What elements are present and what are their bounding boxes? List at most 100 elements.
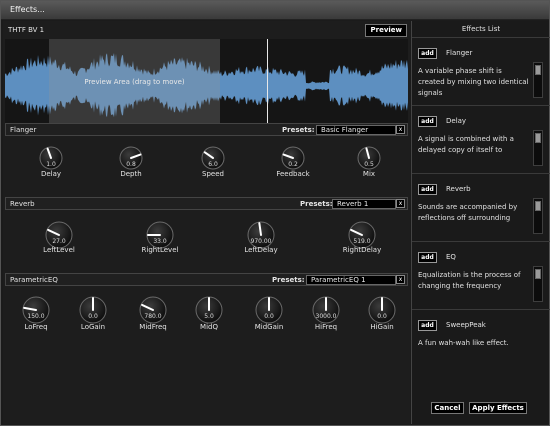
effect-item: add EQ Equalization is the process of chan… (412, 241, 550, 309)
apply-effects-button[interactable]: Apply Effects (469, 402, 527, 414)
effects-list-pane: Effects List add Flanger A variable phase … (411, 21, 550, 424)
knob-value: 0.0 (88, 313, 98, 320)
effects-list-title: Effects List (461, 25, 501, 33)
eq-presets-select[interactable]: ParametricEQ 1 (306, 275, 396, 285)
flanger-knob-speed[interactable]: 6.0 (200, 145, 226, 171)
flanger-knob-depth[interactable]: 0.8 (118, 145, 144, 171)
eq-knob-midfreq[interactable]: 780.0 (138, 295, 168, 325)
knob-value: 0.5 (364, 161, 374, 168)
flanger-section: Flanger Presets: Basic Flanger x 1.0 Dela… (5, 123, 408, 199)
knob-label: LeftDelay (244, 246, 278, 254)
knob-label: RightDelay (342, 246, 382, 254)
preview-area[interactable]: Preview Area (drag to move) (49, 39, 220, 133)
eq-header: ParametricEQ Presets: ParametricEQ 1 x (5, 273, 408, 286)
add-effect-button[interactable]: add (418, 320, 437, 331)
effect-item: add Flanger A variable phase shift is crea… (412, 37, 550, 105)
reverb-title: Reverb (10, 200, 35, 208)
knob-label: LoFreq (24, 323, 48, 331)
reverb-header: Reverb Presets: Reverb 1 x (5, 197, 408, 210)
effect-name: EQ (446, 253, 456, 261)
eq-knob-midq[interactable]: 5.0 (194, 295, 224, 325)
knob-label: RightLevel (141, 246, 179, 254)
track-header: THTF BV 1 Preview (3, 21, 410, 38)
eq-knob-midgain[interactable]: 0.0 (254, 295, 284, 325)
knob-value: 150.0 (27, 313, 45, 320)
knob-value: 0.8 (126, 161, 136, 168)
description-scrollbar[interactable] (533, 198, 543, 234)
reverb-close-button[interactable]: x (396, 199, 405, 208)
knob-value: 6.0 (208, 161, 218, 168)
knob-label: Speed (202, 170, 224, 178)
waveform-display[interactable]: Preview Area (drag to move) (5, 39, 408, 133)
effect-description: Sounds are accompanied by reflections of… (418, 203, 518, 222)
description-scrollbar[interactable] (533, 62, 543, 98)
knob-value: 0.2 (288, 161, 298, 168)
eq-close-button[interactable]: x (396, 275, 405, 284)
effects-window: Effects... THTF BV 1 Preview Preview Are… (0, 0, 550, 426)
knob-label: LoGain (80, 323, 106, 331)
flanger-close-button[interactable]: x (396, 125, 405, 134)
knob-value: 519.0 (353, 238, 371, 245)
add-effect-button[interactable]: add (418, 252, 437, 263)
effect-name: Reverb (446, 185, 471, 193)
knob-value: 970.00 (250, 238, 272, 245)
scrollbar-thumb[interactable] (535, 65, 541, 75)
description-scrollbar[interactable] (533, 266, 543, 302)
preview-area-label: Preview Area (drag to move) (84, 78, 185, 86)
track-name: THTF BV 1 (8, 26, 45, 34)
scrollbar-thumb[interactable] (535, 269, 541, 279)
knob-value: 33.0 (153, 238, 167, 245)
knob-label: MidGain (254, 323, 284, 331)
knob-label: MidFreq (139, 323, 167, 331)
preview-button[interactable]: Preview (365, 24, 407, 37)
add-effect-button[interactable]: add (418, 116, 437, 127)
add-effect-button[interactable]: add (418, 184, 437, 195)
description-scrollbar[interactable] (533, 130, 543, 166)
reverb-presets-label: Presets: (300, 200, 333, 208)
eq-presets-label: Presets: (272, 276, 305, 284)
reverb-section: Reverb Presets: Reverb 1 x 27.0 LeftLevel… (5, 197, 408, 273)
flanger-knob-delay[interactable]: 1.0 (38, 145, 64, 171)
flanger-presets-select[interactable]: Basic Flanger (316, 125, 396, 135)
eq-knob-higain[interactable]: 0.0 (367, 295, 397, 325)
knob-label: HiGain (370, 323, 394, 331)
knob-label: MidQ (200, 323, 218, 331)
effect-item: add Delay A signal is combined with a dela… (412, 105, 550, 173)
effects-editor-pane: THTF BV 1 Preview Preview Area (drag to … (3, 21, 410, 424)
knob-value: 3000.0 (315, 313, 337, 320)
flanger-header: Flanger Presets: Basic Flanger x (5, 123, 408, 136)
eq-knob-logain[interactable]: 0.0 (78, 295, 108, 325)
knob-value: 0.0 (377, 313, 387, 320)
reverb-presets-select[interactable]: Reverb 1 (332, 199, 396, 209)
knob-value: 5.0 (204, 313, 214, 320)
eq-title: ParametricEQ (10, 276, 58, 284)
knob-label: Depth (120, 170, 142, 178)
knob-label: Feedback (276, 170, 310, 178)
flanger-knob-feedback[interactable]: 0.2 (280, 145, 306, 171)
knob-value: 1.0 (46, 161, 56, 168)
effect-description: A signal is combined with a delayed copy… (418, 135, 514, 154)
knob-label: HiFreq (314, 323, 338, 331)
knob-label: LeftLevel (43, 246, 75, 254)
knob-value: 780.0 (144, 313, 162, 320)
add-effect-button[interactable]: add (418, 48, 437, 59)
effect-description: Equalization is the process of changing … (418, 271, 521, 290)
effect-name: Delay (446, 117, 467, 125)
eq-knob-hifreq[interactable]: 3000.0 (311, 295, 341, 325)
effect-name: SweepPeak (446, 321, 486, 329)
eq-knob-lofreq[interactable]: 150.0 (21, 295, 51, 325)
playhead-cursor[interactable] (267, 39, 268, 133)
flanger-title: Flanger (10, 126, 37, 134)
title-bar[interactable]: Effects... (1, 1, 549, 20)
cancel-button[interactable]: Cancel (431, 402, 464, 414)
scrollbar-thumb[interactable] (535, 201, 541, 211)
effect-item: add SweepPeak A fun wah-wah like effect. (412, 309, 550, 377)
flanger-knob-mix[interactable]: 0.5 (356, 145, 382, 171)
effect-name: Flanger (446, 49, 473, 57)
knob-value: 0.0 (264, 313, 274, 320)
knob-label: Delay (40, 170, 62, 178)
effect-description: A variable phase shift is created by mix… (418, 67, 529, 97)
scrollbar-thumb[interactable] (535, 133, 541, 143)
window-title: Effects... (10, 5, 45, 14)
knob-value: 27.0 (52, 238, 66, 245)
